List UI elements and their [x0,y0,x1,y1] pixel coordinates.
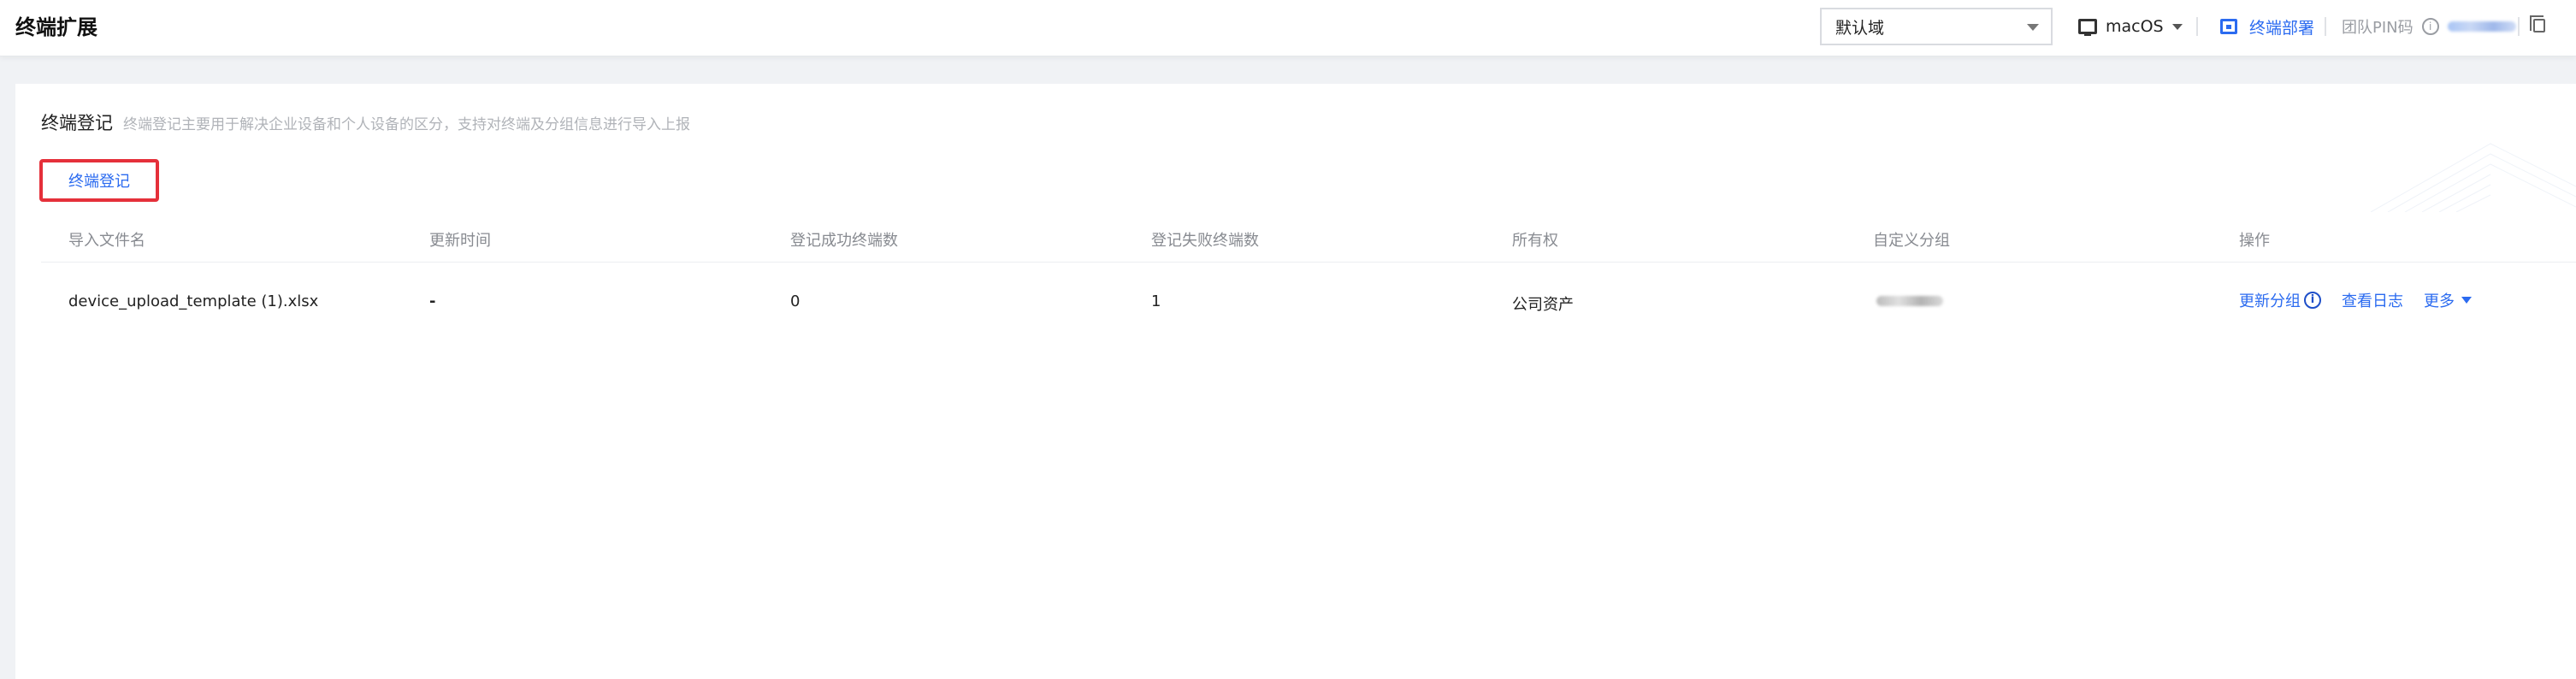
table-row: device_upload_template (1).xlsx - 0 1 公司… [41,263,2576,340]
deploy-link-label: 终端部署 [2249,18,2315,38]
decorative-background-graphic [2371,143,2576,212]
top-bar: 终端扩展 默认域 macOS 终端部署 团队PIN码 i [0,0,2576,56]
section-title: 终端登记 [41,113,113,133]
copy-icon[interactable] [2530,15,2545,32]
os-switch-dropdown[interactable]: macOS [2078,14,2183,39]
domain-select[interactable]: 默认域 [1820,8,2053,45]
cell-ownership: 公司资产 [1512,296,1574,314]
section-description: 终端登记主要用于解决企业设备和个人设备的区分，支持对终端及分组信息进行导入上报 [123,116,690,133]
register-device-button[interactable]: 终端登记 [39,159,159,202]
row-actions: 更新分组 i 查看日志 更多 [2239,289,2492,311]
column-header-success-count: 登记成功终端数 [790,232,898,250]
monitor-icon [2078,19,2097,36]
more-label: 更多 [2424,292,2455,310]
domain-select-value: 默认域 [1835,18,1885,38]
column-header-fail-count: 登记失败终端数 [1151,232,1259,250]
view-log-link[interactable]: 查看日志 [2342,289,2403,311]
team-pin-value-redacted [2447,21,2516,32]
update-group-label: 更新分组 [2239,292,2301,310]
caret-down-icon [2461,297,2472,304]
deploy-icon [2220,19,2237,34]
info-icon[interactable]: i [2421,18,2439,35]
update-group-link[interactable]: 更新分组 i [2239,289,2321,311]
chevron-down-icon [2027,24,2039,31]
cell-custom-group-redacted [1876,296,1943,306]
more-dropdown[interactable]: 更多 [2424,289,2472,311]
cell-fail-count: 1 [1151,292,1161,310]
team-pin-label: 团队PIN码 [2342,19,2414,37]
column-header-update-time: 更新时间 [429,232,491,250]
divider [2518,17,2520,36]
column-header-actions: 操作 [2239,232,2270,250]
cell-update-time: - [429,292,436,310]
cell-file-name: device_upload_template (1).xlsx [68,292,319,310]
deploy-link[interactable]: 终端部署 [2220,14,2314,39]
divider [2325,17,2326,36]
info-icon[interactable]: i [2304,292,2321,309]
page-title: 终端扩展 [15,15,97,39]
table-header: 导入文件名 更新时间 登记成功终端数 登记失败终端数 所有权 自定义分组 操作 [41,216,2576,263]
cell-success-count: 0 [790,292,801,310]
section-header: 终端登记 终端登记主要用于解决企业设备和个人设备的区分，支持对终端及分组信息进行… [41,109,690,135]
team-pin: 团队PIN码 i [2342,14,2516,39]
os-switch-label: macOS [2106,17,2164,36]
column-header-file-name: 导入文件名 [68,232,145,250]
column-header-ownership: 所有权 [1512,232,1558,250]
column-header-custom-group: 自定义分组 [1873,232,1950,250]
divider [2196,17,2198,36]
content-card: 终端登记 终端登记主要用于解决企业设备和个人设备的区分，支持对终端及分组信息进行… [15,84,2576,679]
chevron-down-icon [2171,23,2183,30]
